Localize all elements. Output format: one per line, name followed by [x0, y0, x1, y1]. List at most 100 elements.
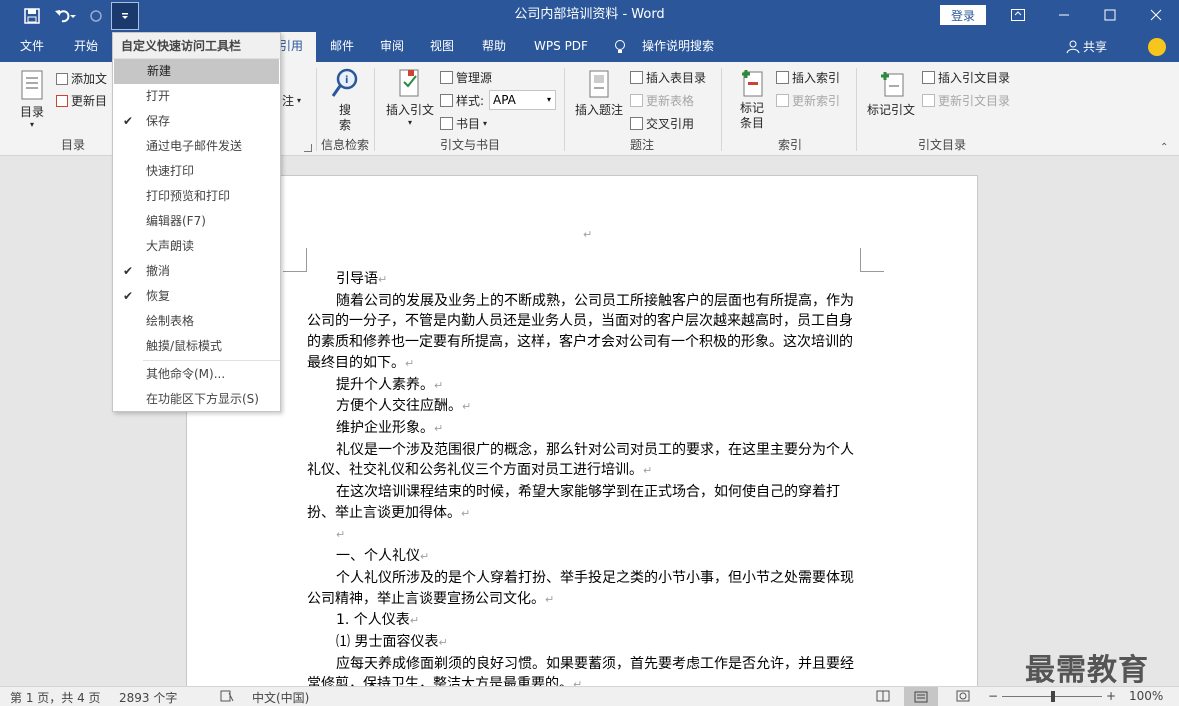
search-icon: i	[331, 68, 358, 97]
update-toa-button[interactable]: 更新引文目录	[922, 92, 1010, 109]
search-group-label: 信息检索	[320, 138, 369, 152]
tab-help[interactable]: 帮助	[474, 32, 514, 62]
menu-item[interactable]: 触摸/鼠标模式	[113, 334, 280, 359]
update-table-label: 更新表格	[646, 94, 695, 108]
menu-item[interactable]: 打印预览和打印	[113, 184, 280, 209]
document-paragraph[interactable]: 在这次培训课程结束的时候，希望大家能够学到在正式场合，如何使自己的穿着打扮、举止…	[307, 482, 862, 524]
tab-review[interactable]: 审阅	[372, 32, 412, 62]
document-paragraph[interactable]: 礼仪是一个涉及范围很广的概念，那么针对公司对员工的要求，在这里主要分为个人礼仪、…	[307, 440, 862, 482]
update-toc-button[interactable]: 更新目	[56, 92, 107, 109]
menu-item[interactable]: 通过电子邮件发送	[113, 134, 280, 159]
menu-item[interactable]: 在功能区下方显示(S)	[113, 387, 280, 412]
chevron-down-icon: ▾	[546, 95, 551, 104]
collapse-ribbon-icon[interactable]: ⌃	[1160, 142, 1168, 153]
login-button[interactable]: 登录	[940, 5, 986, 25]
zoom-slider-thumb[interactable]	[1051, 691, 1055, 702]
dialog-launcher-icon[interactable]	[304, 144, 312, 152]
menu-item[interactable]: 编辑器(F7)	[113, 209, 280, 234]
menu-item[interactable]: 绘制表格	[113, 309, 280, 334]
proofing-icon[interactable]	[220, 689, 234, 706]
share-button[interactable]: 共享	[1066, 38, 1107, 55]
bibliography-button[interactable]: 书目 ▾	[440, 115, 487, 132]
document-paragraph[interactable]: 随着公司的发展及业务上的不断成熟，公司员工所接触客户的层面也有所提高，作为公司的…	[307, 291, 862, 375]
menu-item[interactable]: ✔ 恢复	[113, 284, 280, 309]
document-paragraph[interactable]: 1. 个人仪表↵	[307, 610, 862, 632]
insert-table-of-figures-button[interactable]: 插入表目录	[630, 69, 706, 86]
menu-item[interactable]: 其他命令(M)...	[113, 362, 280, 387]
paragraph-mark: ↵	[405, 356, 415, 370]
ribbon-display-options-icon[interactable]	[995, 0, 1041, 30]
menu-item[interactable]: 打开	[113, 84, 280, 109]
menu-item-label: 编辑器(F7)	[146, 214, 206, 228]
mark-citation-button[interactable]: 标记引文	[864, 70, 918, 118]
citation-style-dropdown[interactable]: APA ▾	[489, 90, 556, 110]
update-index-icon	[776, 94, 789, 107]
manage-sources-button[interactable]: 管理源	[440, 69, 492, 86]
cross-reference-button[interactable]: 交叉引用	[630, 115, 694, 132]
tab-file[interactable]: 文件	[10, 32, 54, 62]
zoom-level[interactable]: 100%	[1129, 689, 1163, 703]
zoom-out-button[interactable]: −	[988, 689, 998, 703]
add-text-label: 添加文	[71, 72, 108, 86]
menu-item-label: 打印预览和打印	[146, 189, 231, 203]
toa-group-label: 引文目录	[917, 138, 966, 152]
menu-item-label: 恢复	[146, 289, 171, 303]
document-paragraph[interactable]: 提升个人素养。↵	[307, 375, 862, 397]
document-paragraph[interactable]: ⑴ 男士面容仪表↵	[307, 632, 862, 654]
web-layout-icon[interactable]	[956, 689, 970, 706]
tab-wps-pdf[interactable]: WPS PDF	[526, 32, 596, 62]
add-text-button[interactable]: 添加文	[56, 70, 107, 87]
mark-entry-icon	[742, 70, 763, 97]
bibliography-icon	[440, 117, 453, 130]
separator	[856, 68, 857, 151]
insert-caption-button[interactable]: 插入题注	[572, 70, 626, 118]
document-paragraph[interactable]: 维护企业形象。↵	[307, 418, 862, 440]
search-button[interactable]: i 搜索	[326, 68, 364, 133]
mark-entry-button[interactable]: 标记条目	[732, 68, 772, 131]
document-paragraph[interactable]: 一、个人礼仪↵	[307, 546, 862, 568]
menu-item[interactable]: 快速打印	[113, 159, 280, 184]
document-paragraph[interactable]: 引导语↵	[307, 269, 862, 291]
menu-item[interactable]: 大声朗读	[113, 234, 280, 259]
menu-item-label: 在功能区下方显示(S)	[146, 392, 259, 406]
insert-citation-button[interactable]: 插入引文 ▾	[383, 68, 437, 127]
checkmark-icon: ✔	[123, 114, 134, 128]
zoom-in-button[interactable]: +	[1106, 689, 1116, 703]
document-paragraph[interactable]: 应每天养成修面剃须的良好习惯。如果要蓄须，首先要考虑工作是否允许，并且要经常修剪…	[307, 654, 862, 686]
minimize-icon[interactable]	[1041, 0, 1087, 30]
menu-item-label: 新建	[147, 64, 172, 78]
menu-item[interactable]: ✔ 撤消	[113, 259, 280, 284]
smiley-feedback-icon[interactable]	[1148, 38, 1166, 56]
insert-toa-button[interactable]: 插入引文目录	[922, 69, 1010, 86]
paragraph-mark: ↵	[545, 592, 555, 606]
word-count[interactable]: 2893 个字	[119, 689, 177, 706]
checkmark-icon: ✔	[123, 264, 134, 278]
close-icon[interactable]	[1133, 0, 1179, 30]
document-paragraph[interactable]: 方便个人交往应酬。↵	[307, 396, 862, 418]
paragraph-text: 礼仪是一个涉及范围很广的概念，那么针对公司对员工的要求，在这里主要分为个人礼仪、…	[307, 441, 854, 479]
paragraph-mark: ↵	[434, 378, 444, 392]
update-table-button[interactable]: 更新表格	[630, 92, 694, 109]
menu-item[interactable]: 新建	[114, 59, 279, 84]
language-indicator[interactable]: 中文(中国)	[252, 689, 309, 706]
insert-index-button[interactable]: 插入索引	[776, 69, 840, 86]
tab-home[interactable]: 开始	[64, 32, 108, 62]
print-layout-icon[interactable]	[904, 687, 938, 706]
update-index-button[interactable]: 更新索引	[776, 92, 840, 109]
menu-item[interactable]: ✔ 保存	[113, 109, 280, 134]
read-mode-icon[interactable]	[876, 689, 890, 706]
toc-button[interactable]: 目录 ▾	[14, 70, 50, 129]
tell-me-search[interactable]: 操作说明搜索	[636, 32, 720, 62]
menu-separator	[143, 360, 280, 361]
tab-view[interactable]: 视图	[422, 32, 462, 62]
tab-mailings[interactable]: 邮件	[322, 32, 362, 62]
toc-group-label: 目录	[60, 138, 85, 152]
footnote-fragment[interactable]: 注 ▾	[282, 92, 301, 109]
page-count[interactable]: 第 1 页，共 4 页	[10, 689, 101, 706]
document-page[interactable]: ↵ 引导语↵ 随着公司的发展及业务上的不断成熟，公司员工所接触客户的层面也有所提高…	[186, 175, 978, 686]
document-paragraph[interactable]: ↵	[307, 524, 862, 546]
maximize-icon[interactable]	[1087, 0, 1133, 30]
document-paragraph[interactable]: 个人礼仪所涉及的是个人穿着打扮、举手投足之类的小节小事，但小节之处需要体现公司精…	[307, 568, 862, 610]
lightbulb-icon	[610, 32, 630, 62]
document-body[interactable]: 引导语↵ 随着公司的发展及业务上的不断成熟，公司员工所接触客户的层面也有所提高，作…	[307, 269, 862, 686]
